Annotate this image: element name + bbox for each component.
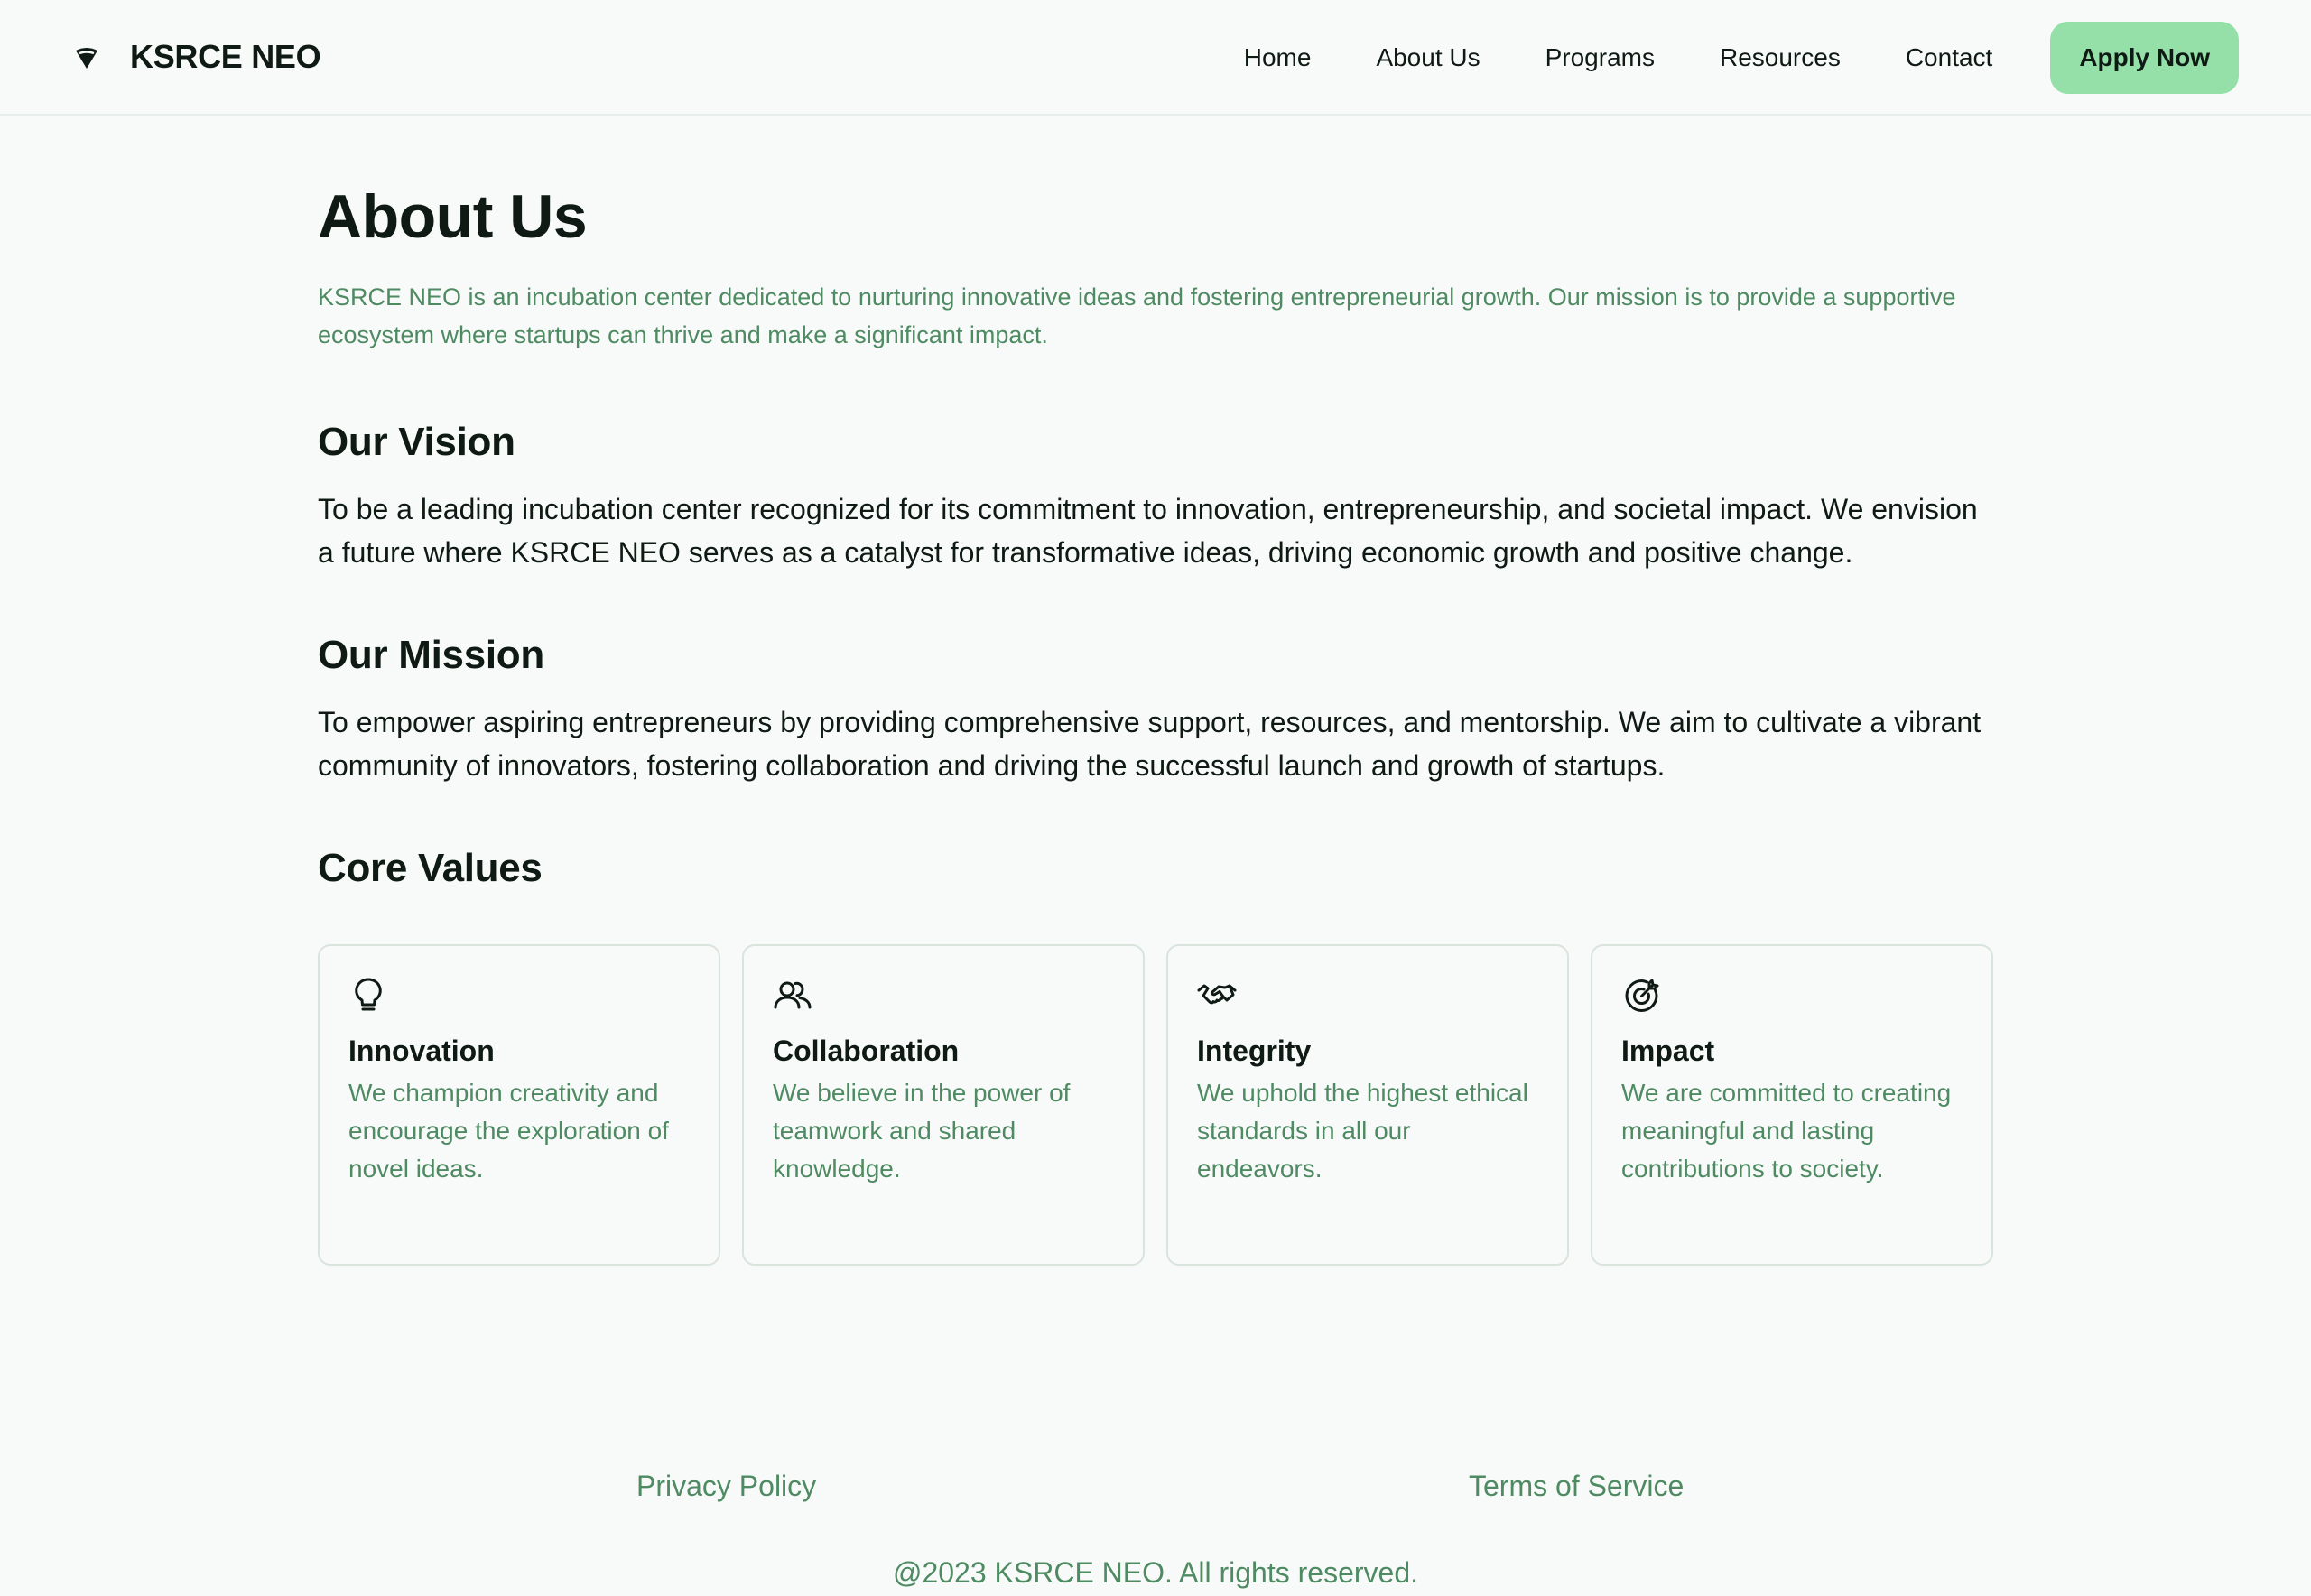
value-card-innovation: Innovation We champion creativity and en… [318,944,720,1266]
value-title: Collaboration [773,1035,960,1067]
core-values-grid: Innovation We champion creativity and en… [318,944,1993,1266]
vision-heading: Our Vision [318,420,515,464]
target-icon [1625,979,1659,1012]
nav-link-resources[interactable]: Resources [1720,43,1841,72]
value-description: We uphold the highest ethical standards … [1197,1079,1528,1183]
value-description: We champion creativity and encourage the… [348,1079,669,1183]
core-values-heading: Core Values [318,846,543,890]
nav-link-about-us[interactable]: About Us [1376,43,1480,72]
intro-text: KSRCE NEO is an incubation center dedica… [318,283,1956,348]
value-card-integrity: Integrity We uphold the highest ethical … [1166,944,1569,1266]
copyright-text: @2023 KSRCE NEO. All rights reserved. [892,1556,1419,1589]
about-content: About Us KSRCE NEO is an incubation cent… [318,116,1993,1266]
value-title: Impact [1621,1035,1715,1067]
brand[interactable]: KSRCE NEO [72,34,321,79]
brand-name: KSRCE NEO [130,38,321,75]
value-card-collaboration: Collaboration We believe in the power of… [742,944,1145,1266]
nav-link-programs[interactable]: Programs [1545,43,1655,72]
mission-heading: Our Mission [318,633,544,677]
apply-now-button[interactable]: Apply Now [2050,22,2239,94]
privacy-policy-link[interactable]: Privacy Policy [636,1462,816,1509]
nav-link-home[interactable]: Home [1244,43,1312,72]
lightbulb-icon [355,978,382,1011]
users-icon [774,981,812,1009]
handshake-icon [1197,984,1237,1005]
value-title: Innovation [348,1035,495,1067]
vision-text: To be a leading incubation center recogn… [318,493,1978,569]
value-title: Integrity [1197,1035,1312,1067]
value-card-impact: Impact We are committed to creating mean… [1591,944,1993,1266]
page-title: About Us [318,182,588,251]
mission-text: To empower aspiring entrepreneurs by pro… [318,706,1982,782]
terms-of-service-link[interactable]: Terms of Service [1469,1462,1684,1509]
logo-icon [76,48,97,69]
value-description: We believe in the power of teamwork and … [773,1079,1071,1183]
value-description: We are committed to creating meaningful … [1621,1079,1952,1183]
footer-links: Privacy Policy Terms of Service [0,1462,2311,1509]
top-navbar: KSRCE NEO Home About Us Programs Resourc… [0,0,2311,116]
main-nav: Home About Us Programs Resources Contact… [1244,22,2239,94]
nav-link-contact[interactable]: Contact [1906,43,1993,72]
